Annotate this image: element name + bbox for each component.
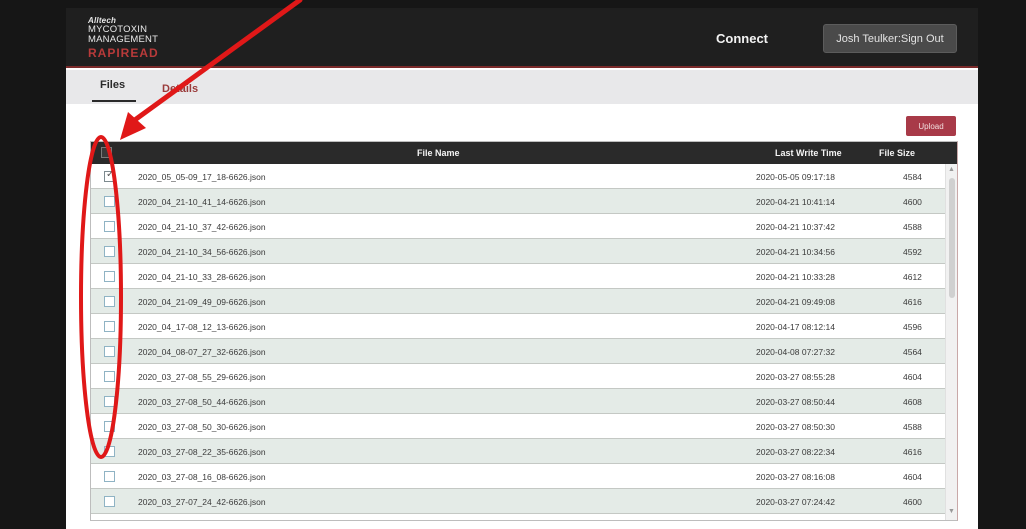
cell-last-write-time: 2020-03-27 08:22:34 <box>756 447 835 457</box>
table-header: File Name Last Write Time File Size <box>91 142 957 164</box>
screen-frame: Alltech MYCOTOXIN MANAGEMENT RAPIREAD Co… <box>0 0 1026 529</box>
table-row[interactable]: 2020_04_17-08_12_13-6626.json 2020-04-17 … <box>91 314 945 339</box>
connect-link[interactable]: Connect <box>716 31 768 46</box>
row-checkbox[interactable] <box>104 346 115 357</box>
row-checkbox[interactable] <box>104 471 115 482</box>
cell-file-name: 2020_04_21-10_41_14-6626.json <box>138 197 266 207</box>
row-checkbox[interactable] <box>104 296 115 307</box>
row-checkbox[interactable] <box>104 446 115 457</box>
scroll-thumb[interactable] <box>949 178 955 298</box>
table-row[interactable]: 2020_04_21-10_33_28-6626.json 2020-04-21 … <box>91 264 945 289</box>
cell-file-name: 2020_03_27-08_50_30-6626.json <box>138 422 266 432</box>
tab-files[interactable]: Files <box>100 79 125 91</box>
app-header: Alltech MYCOTOXIN MANAGEMENT RAPIREAD Co… <box>66 8 978 68</box>
cell-file-name: 2020_03_27-08_55_29-6626.json <box>138 372 266 382</box>
row-checkbox[interactable] <box>104 196 115 207</box>
row-checkbox[interactable] <box>104 321 115 332</box>
cell-file-size: 4588 <box>903 222 922 232</box>
table-row[interactable]: 2020_03_27-08_50_44-6626.json 2020-03-27 … <box>91 389 945 414</box>
cell-file-name: 2020_04_21-10_37_42-6626.json <box>138 222 266 232</box>
cell-last-write-time: 2020-03-27 08:50:44 <box>756 397 835 407</box>
cell-last-write-time: 2020-04-17 08:12:14 <box>756 322 835 332</box>
cell-file-name: 2020_03_27-08_16_08-6626.json <box>138 472 266 482</box>
sign-out-button[interactable]: Josh Teulker:Sign Out <box>823 24 957 53</box>
cell-file-size: 4564 <box>903 347 922 357</box>
cell-file-name: 2020_04_08-07_27_32-6626.json <box>138 347 266 357</box>
cell-file-name: 2020_04_21-09_49_09-6626.json <box>138 297 266 307</box>
table-row[interactable]: 2020_04_08-07_27_32-6626.json 2020-04-08 … <box>91 339 945 364</box>
cell-last-write-time: 2020-03-27 07:24:42 <box>756 497 835 507</box>
cell-last-write-time: 2020-04-21 10:37:42 <box>756 222 835 232</box>
upload-button[interactable]: Upload <box>906 116 956 136</box>
row-checkbox[interactable] <box>104 169 115 182</box>
cell-file-name: 2020_03_27-08_22_35-6626.json <box>138 447 266 457</box>
cell-last-write-time: 2020-04-21 09:49:08 <box>756 297 835 307</box>
table-scrollbar[interactable]: ▲ ▼ <box>945 164 957 520</box>
column-header-file-size[interactable]: File Size <box>879 148 915 158</box>
table-row[interactable]: 2020_03_27-08_50_30-6626.json 2020-03-27 … <box>91 414 945 439</box>
row-checkbox[interactable] <box>104 371 115 382</box>
cell-file-size: 4596 <box>903 322 922 332</box>
cell-last-write-time: 2020-03-27 08:55:28 <box>756 372 835 382</box>
cell-file-name: 2020_04_21-10_34_56-6626.json <box>138 247 266 257</box>
app-window: Alltech MYCOTOXIN MANAGEMENT RAPIREAD Co… <box>66 8 978 529</box>
cell-file-name: 2020_04_17-08_12_13-6626.json <box>138 322 266 332</box>
cell-file-size: 4592 <box>903 247 922 257</box>
cell-last-write-time: 2020-04-21 10:33:28 <box>756 272 835 282</box>
cell-last-write-time: 2020-03-27 08:16:08 <box>756 472 835 482</box>
cell-file-name: 2020_04_21-10_33_28-6626.json <box>138 272 266 282</box>
row-checkbox[interactable] <box>104 221 115 232</box>
table-row[interactable]: 2020_03_27-08_55_29-6626.json 2020-03-27 … <box>91 364 945 389</box>
row-checkbox[interactable] <box>104 496 115 507</box>
cell-file-size: 4588 <box>903 422 922 432</box>
tab-details[interactable]: Details <box>162 83 198 95</box>
table-row[interactable]: 2020_03_27-08_22_35-6626.json 2020-03-27 … <box>91 439 945 464</box>
row-checkbox[interactable] <box>104 271 115 282</box>
active-tab-indicator <box>92 100 136 102</box>
table-row[interactable]: 2020_03_27-07_24_42-6626.json 2020-03-27 … <box>91 489 945 514</box>
cell-file-size: 4612 <box>903 272 922 282</box>
row-checkbox[interactable] <box>104 246 115 257</box>
table-body: 2020_05_05-09_17_18-6626.json 2020-05-05 … <box>91 164 945 520</box>
table-row[interactable]: 2020_03_27-08_16_08-6626.json 2020-03-27 … <box>91 464 945 489</box>
cell-file-size: 4600 <box>903 497 922 507</box>
cell-last-write-time: 2020-04-21 10:41:14 <box>756 197 835 207</box>
cell-file-size: 4608 <box>903 397 922 407</box>
table-row[interactable]: 2020_04_21-10_34_56-6626.json 2020-04-21 … <box>91 239 945 264</box>
table-row[interactable]: 2020_04_21-09_49_09-6626.json 2020-04-21 … <box>91 289 945 314</box>
logo-line-2: MANAGEMENT <box>88 34 159 45</box>
scroll-down-icon[interactable]: ▼ <box>948 508 955 515</box>
row-checkbox[interactable] <box>104 396 115 407</box>
tab-bar: Files Details <box>66 70 978 104</box>
cell-last-write-time: 2020-03-27 08:50:30 <box>756 422 835 432</box>
table-row[interactable]: 2020_04_21-10_41_14-6626.json 2020-04-21 … <box>91 189 945 214</box>
cell-file-name: 2020_03_27-08_50_44-6626.json <box>138 397 266 407</box>
files-table: File Name Last Write Time File Size 2020… <box>90 141 958 521</box>
cell-file-size: 4604 <box>903 472 922 482</box>
cell-file-name: 2020_05_05-09_17_18-6626.json <box>138 172 266 182</box>
cell-file-size: 4604 <box>903 372 922 382</box>
cell-file-size: 4600 <box>903 197 922 207</box>
row-checkbox[interactable] <box>104 421 115 432</box>
cell-last-write-time: 2020-04-21 10:34:56 <box>756 247 835 257</box>
cell-last-write-time: 2020-05-05 09:17:18 <box>756 172 835 182</box>
product-name: RAPIREAD <box>88 46 159 60</box>
cell-file-name: 2020_03_27-07_24_42-6626.json <box>138 497 266 507</box>
cell-file-size: 4616 <box>903 447 922 457</box>
cell-file-size: 4584 <box>903 172 922 182</box>
column-header-file-name[interactable]: File Name <box>417 148 460 158</box>
cell-file-size: 4616 <box>903 297 922 307</box>
column-header-last-write-time[interactable]: Last Write Time <box>775 148 842 158</box>
select-all-checkbox[interactable] <box>101 147 112 158</box>
scroll-up-icon[interactable]: ▲ <box>948 166 955 173</box>
logo: Alltech MYCOTOXIN MANAGEMENT RAPIREAD <box>88 16 159 60</box>
cell-last-write-time: 2020-04-08 07:27:32 <box>756 347 835 357</box>
table-row[interactable]: 2020_05_05-09_17_18-6626.json 2020-05-05 … <box>91 164 945 189</box>
table-row[interactable]: 2020_04_21-10_37_42-6626.json 2020-04-21 … <box>91 214 945 239</box>
